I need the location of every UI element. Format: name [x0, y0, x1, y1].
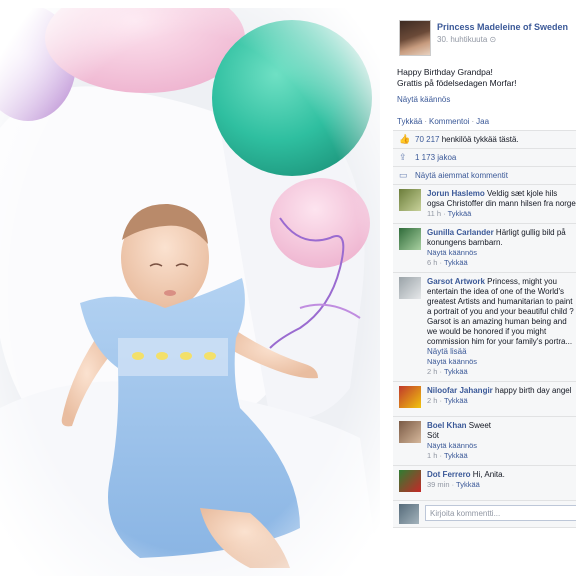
comment-translate-link[interactable]: Näytä käännös: [427, 248, 477, 257]
comment-meta: 11 h · Tykkää: [427, 209, 472, 218]
comment-time[interactable]: 1 h: [427, 451, 437, 460]
comment-time[interactable]: 39 min: [427, 480, 450, 489]
post-translate-link[interactable]: Näytä käännös: [397, 95, 450, 104]
comment-like-link[interactable]: Tykkää: [444, 396, 468, 405]
commenter-avatar[interactable]: [399, 386, 421, 408]
post-text: Happy Birthday Grandpa! Grattis på födel…: [397, 67, 517, 89]
commenter-avatar[interactable]: [399, 189, 421, 211]
comment-translate: Näytä käännös: [427, 441, 576, 451]
comment-composer: Kirjoita kommentti...: [393, 501, 576, 528]
comment-meta: 2 h · Tykkää: [427, 396, 468, 405]
separator: ·: [424, 117, 428, 126]
comment-link[interactable]: Kommentoi: [429, 117, 469, 126]
comment-text-line-2: Söt: [427, 431, 440, 440]
commenter-avatar[interactable]: [399, 421, 421, 443]
comment-meta: 6 h · Tykkää: [427, 258, 468, 267]
comment-text: Princess, might you entertain the idea o…: [427, 277, 574, 346]
comment-like-link[interactable]: Tykkää: [444, 451, 468, 460]
author-avatar[interactable]: [399, 20, 431, 56]
like-link[interactable]: Tykkää: [397, 117, 422, 126]
post-photo[interactable]: [0, 8, 380, 576]
share-icon: ⇪: [399, 152, 407, 162]
commenter-avatar[interactable]: [399, 228, 421, 250]
comment-translate: Näytä käännös: [427, 357, 576, 367]
comment-author[interactable]: Garsot Artwork: [427, 277, 485, 286]
globe-icon: ⊙: [489, 35, 497, 44]
comment-author[interactable]: Niloofar Jahangir: [427, 386, 493, 395]
thumbs-up-icon: 👍: [399, 134, 411, 144]
comment-like-link[interactable]: Tykkää: [448, 209, 472, 218]
post-actions: Tykkää · Kommentoi · Jaa: [397, 117, 489, 126]
likes-text: henkilöä tykkää tästä.: [441, 135, 519, 144]
comment-time[interactable]: 11 h: [427, 209, 441, 218]
post-header: Princess Madeleine of Sweden 30. huhtiku…: [399, 20, 576, 56]
comment-text: happy birth day angel: [495, 386, 572, 395]
commenter-avatar[interactable]: [399, 277, 421, 299]
post-text-line-2: Grattis på födelsedagen Morfar!: [397, 78, 517, 88]
comment-item: Boel Khan Sweet Söt Näytä käännös 1 h · …: [393, 417, 576, 466]
comment-text: Sweet: [468, 421, 492, 430]
likes-count[interactable]: 70 217: [415, 135, 439, 144]
comment-meta: 1 h · Tykkää: [427, 451, 468, 460]
comment-translate-link[interactable]: Näytä käännös: [427, 357, 477, 366]
commenter-avatar[interactable]: [399, 470, 421, 492]
comment-time[interactable]: 2 h: [427, 367, 437, 376]
screenshot-frame: Princess Madeleine of Sweden 30. huhtiku…: [0, 0, 576, 576]
feedback-area: 👍 70 217 henkilöä tykkää tästä. ⇪ 1 173 …: [393, 130, 576, 528]
comment-bubble-icon: ▭: [399, 170, 408, 180]
comment-time[interactable]: 6 h: [427, 258, 437, 267]
comment-author[interactable]: Boel Khan: [427, 421, 467, 430]
comment-see-more-link[interactable]: Näytä lisää: [427, 347, 467, 356]
post-text-line-1: Happy Birthday Grandpa!: [397, 67, 493, 77]
comment-text: Hi, Anita.: [472, 470, 505, 479]
comment-item: Jorun Haslemo Veldig sæt kjole hils ogsa…: [393, 185, 576, 224]
comment-like-link[interactable]: Tykkää: [444, 367, 468, 376]
shares-count[interactable]: 1 173 jakoa: [415, 153, 456, 162]
post-date-text[interactable]: 30. huhtikuuta: [437, 35, 487, 44]
comment-time[interactable]: 2 h: [427, 396, 437, 405]
comment-item: Garsot Artwork Princess, might you enter…: [393, 273, 576, 382]
share-link[interactable]: Jaa: [476, 117, 489, 126]
comment-item: Niloofar Jahangir happy birth day angel …: [393, 382, 576, 417]
likes-row: 👍 70 217 henkilöä tykkää tästä.: [393, 131, 576, 149]
comment-translate-link[interactable]: Näytä käännös: [427, 441, 477, 450]
comment-author[interactable]: Jorun Haslemo: [427, 189, 485, 198]
post-panel: Princess Madeleine of Sweden 30. huhtiku…: [393, 12, 576, 564]
comment-like-link[interactable]: Tykkää: [444, 258, 468, 267]
comment-author[interactable]: Dot Ferrero: [427, 470, 471, 479]
previous-comments-row: ▭ Näytä aiemmat kommentit: [393, 167, 576, 185]
comment-translate: Näytä käännös: [427, 248, 576, 258]
comment-input[interactable]: Kirjoita kommentti...: [425, 505, 576, 521]
previous-comments-link[interactable]: Näytä aiemmat kommentit: [415, 171, 508, 180]
comment-item: Dot Ferrero Hi, Anita. 39 min · Tykkää: [393, 466, 576, 501]
comment-meta: 2 h · Tykkää: [427, 367, 468, 376]
comment-meta: 39 min · Tykkää: [427, 480, 480, 489]
comment-item: Gunilla Carlander Härligt gullig bild på…: [393, 224, 576, 273]
post-date[interactable]: 30. huhtikuuta ⊙: [437, 35, 496, 44]
comment-like-link[interactable]: Tykkää: [456, 480, 480, 489]
viewer-avatar: [399, 504, 419, 524]
author-name[interactable]: Princess Madeleine of Sweden: [437, 22, 568, 32]
comment-author[interactable]: Gunilla Carlander: [427, 228, 494, 237]
shares-row: ⇪ 1 173 jakoa: [393, 149, 576, 167]
baby-photo: [0, 8, 380, 576]
